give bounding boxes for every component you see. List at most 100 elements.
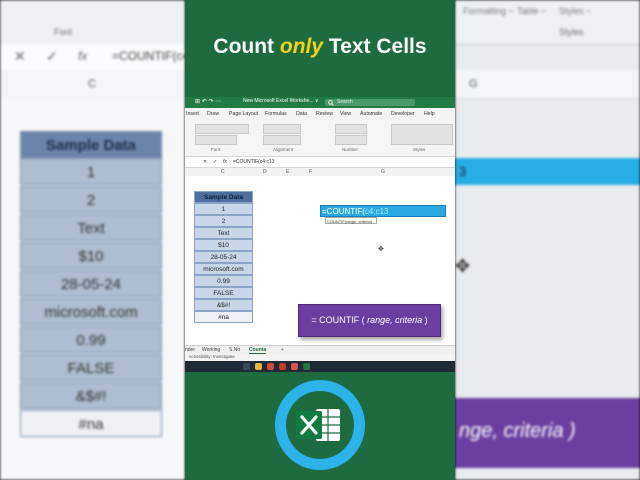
folder-icon[interactable] xyxy=(255,363,262,370)
tab-page-layout[interactable]: Page Layout xyxy=(229,111,258,117)
formula-argument: c4:c13 xyxy=(364,207,389,216)
function-icon[interactable]: fx xyxy=(223,159,227,165)
ribbon-area: Formatting ~ Table ~ Styles ~ Styles xyxy=(455,0,640,45)
syntax-args: range, criteria xyxy=(367,315,423,325)
ribbon-group-alignment: Alignment xyxy=(273,147,294,152)
table-header-cell[interactable]: Sample Data xyxy=(194,191,253,203)
table-cell: &$#! xyxy=(20,382,162,409)
table-cell[interactable]: $10 xyxy=(194,239,253,251)
sheet-tab[interactable]: S.No xyxy=(229,347,240,353)
search-icon xyxy=(328,100,334,106)
quick-access-toolbar[interactable]: ⊞ ↶ ↷ ⋯ xyxy=(195,98,221,105)
function-tooltip: COUNTIF(range, criteria) xyxy=(325,217,377,224)
column-header-d[interactable]: D xyxy=(263,169,267,175)
ribbon-group-styles: Styles xyxy=(413,147,426,152)
cell-text: 3 xyxy=(459,164,467,179)
ribbon-tabs: Insert Draw Page Layout Formulas Data Re… xyxy=(185,108,455,120)
number-format-buttons[interactable] xyxy=(335,135,367,145)
background-right-spreadsheet: Formatting ~ Table ~ Styles ~ Styles G 3… xyxy=(455,0,640,480)
excel-window: ⊞ ↶ ↷ ⋯ New Microsoft Excel Workshe... ∨… xyxy=(185,97,455,372)
status-bar: ccessibility: Investigate xyxy=(185,354,455,361)
table-cell[interactable]: &$#! xyxy=(194,299,253,311)
cell-cursor-icon: ✥ xyxy=(455,256,471,276)
table-cell[interactable]: microsoft.com xyxy=(194,263,253,275)
cancel-icon[interactable]: ✕ xyxy=(203,159,207,165)
column-header-f[interactable]: F xyxy=(309,169,312,175)
formula-text: =COUNTIF(c4 xyxy=(112,49,185,63)
tab-data[interactable]: Data xyxy=(296,111,307,117)
excel-taskbar-icon[interactable] xyxy=(303,363,310,370)
table-cell[interactable]: 0.99 xyxy=(194,275,253,287)
tab-formulas[interactable]: Formulas xyxy=(265,111,287,117)
worksheet-grid: Sample Data 1 2 Text $10 28-05-24 micros… xyxy=(0,98,185,480)
taskbar-icon[interactable] xyxy=(243,363,250,370)
formula-function: =COUNTIF( xyxy=(322,207,365,216)
ribbon-item: Formatting ~ xyxy=(463,6,514,16)
table-cell: #na xyxy=(20,410,162,437)
chrome-icon[interactable] xyxy=(267,363,274,370)
alignment-buttons[interactable] xyxy=(263,135,301,145)
table-cell: FALSE xyxy=(20,354,162,381)
table-cell[interactable]: #na xyxy=(194,311,253,323)
cell-cursor-icon: ✥ xyxy=(378,246,384,253)
column-header-row: G xyxy=(455,70,640,99)
column-header-e[interactable]: E xyxy=(286,169,289,175)
tab-help[interactable]: Help xyxy=(424,111,435,117)
sheet-tab[interactable]: Working xyxy=(202,347,220,353)
powerpoint-icon[interactable] xyxy=(279,363,286,370)
ribbon-group-font: Font xyxy=(211,147,221,152)
font-format-buttons[interactable] xyxy=(195,135,237,145)
taskbar xyxy=(185,361,455,372)
table-cell: 0.99 xyxy=(20,326,162,353)
syntax-right: ) xyxy=(422,315,428,325)
enter-icon[interactable]: ✓ xyxy=(213,159,217,165)
sheet-tab-active[interactable]: Counta xyxy=(249,347,267,354)
tab-view[interactable]: View xyxy=(340,111,351,117)
alignment-buttons[interactable] xyxy=(263,124,301,134)
column-header-c: C xyxy=(88,78,96,90)
status-text[interactable]: ccessibility: Investigate xyxy=(189,354,235,359)
title-bar: ⊞ ↶ ↷ ⋯ New Microsoft Excel Workshe... ∨… xyxy=(185,97,455,108)
excel-logo-graphic xyxy=(296,409,340,441)
font-selector[interactable] xyxy=(195,124,249,134)
syntax-callout: nge, criteria ) xyxy=(455,398,640,468)
enter-icon: ✓ xyxy=(46,48,58,64)
table-cell[interactable]: 2 xyxy=(194,215,253,227)
table-cell[interactable]: Text xyxy=(194,227,253,239)
column-header-row: C xyxy=(0,70,185,99)
document-title[interactable]: New Microsoft Excel Workshe... ∨ xyxy=(243,98,319,104)
number-format-dropdown[interactable] xyxy=(335,124,367,134)
table-cell: 1 xyxy=(20,158,162,185)
pdf-icon[interactable] xyxy=(291,363,298,370)
sheet-tab[interactable]: nder xyxy=(185,347,195,353)
tab-insert[interactable]: Insert xyxy=(186,111,199,117)
table-cell[interactable]: 1 xyxy=(194,203,253,215)
table-cell[interactable]: FALSE xyxy=(194,287,253,299)
title-emphasis: only xyxy=(279,35,324,58)
tab-automate[interactable]: Automate xyxy=(360,111,382,117)
ribbon-item: Table ~ xyxy=(517,6,547,16)
formula-input[interactable]: =COUNTIF(c4:c13 xyxy=(233,159,275,165)
ribbon-group-label: Font xyxy=(54,27,73,37)
tab-developer[interactable]: Developer xyxy=(391,111,415,117)
table-cell: microsoft.com xyxy=(20,298,162,325)
syntax-callout: = COUNTIF ( range, criteria ) xyxy=(298,304,441,337)
tab-draw[interactable]: Draw xyxy=(207,111,219,117)
function-icon: fx xyxy=(78,49,88,63)
ribbon-body: Font Alignment Number Styles xyxy=(185,120,455,157)
table-cell[interactable]: 28-05-24 xyxy=(194,251,253,263)
formula-bar: ✕ ✓ fx =COUNTIF(c4:c13 xyxy=(185,157,455,168)
cancel-icon: ✕ xyxy=(14,48,26,64)
ribbon-group-label: Styles xyxy=(559,27,584,37)
styles-buttons[interactable] xyxy=(391,124,453,145)
active-formula-cell[interactable]: =COUNTIF(c4:c13 xyxy=(320,205,446,217)
search-box[interactable]: Search xyxy=(325,99,415,106)
tab-review[interactable]: Review xyxy=(316,111,333,117)
excel-logo-icon xyxy=(275,380,365,470)
column-header-c[interactable]: C xyxy=(221,169,225,175)
column-header-g[interactable]: G xyxy=(381,169,385,175)
table-cell: 28-05-24 xyxy=(20,270,162,297)
table-cell: Text xyxy=(20,214,162,241)
add-sheet-button[interactable]: + xyxy=(281,347,284,353)
column-header-g: G xyxy=(469,78,478,90)
